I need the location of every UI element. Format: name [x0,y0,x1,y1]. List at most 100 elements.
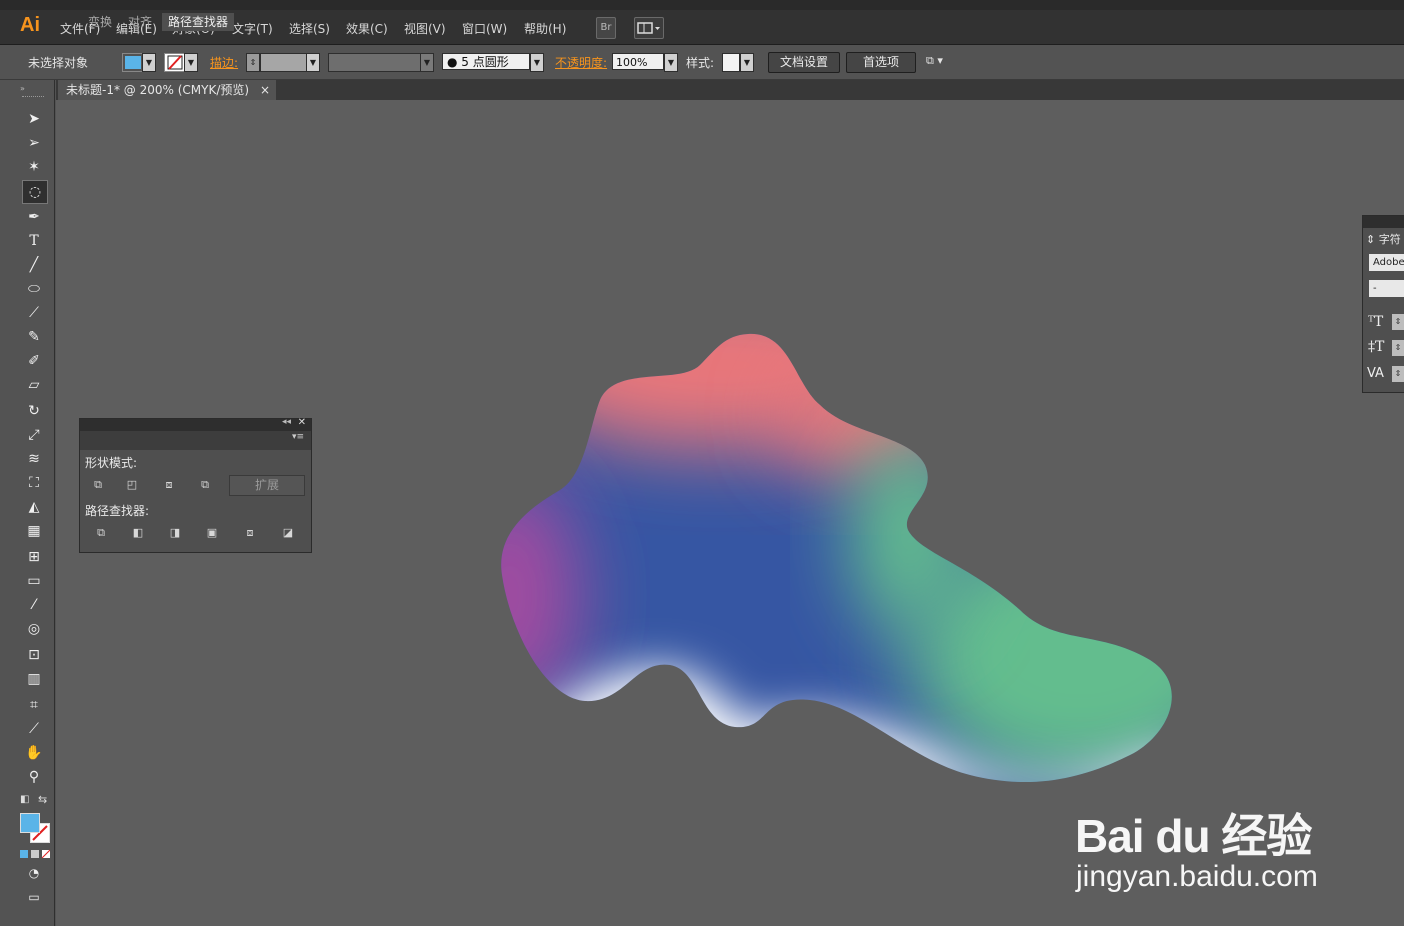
font-style-field[interactable]: - [1369,280,1404,297]
tab-transform[interactable]: 变换 [88,13,112,31]
tools-collapse-icon[interactable]: » [20,84,25,93]
color-mode-buttons[interactable] [20,848,51,859]
gradient-tool-icon[interactable]: ▭ [22,570,46,592]
stroke-swatch[interactable] [164,53,186,72]
selection-tool-icon[interactable]: ➤ [22,108,46,130]
stroke-weight-field[interactable] [260,53,308,72]
character-panel-header[interactable] [1363,216,1404,228]
stroke-weight-dropdown-icon[interactable]: ▼ [306,53,320,72]
opacity-label[interactable]: 不透明度: [555,54,607,71]
app-logo: Ai [20,14,40,36]
eraser-tool-icon[interactable]: ▱ [22,374,46,396]
preferences-button[interactable]: 首选项 [846,52,916,73]
screen-mode-icon[interactable]: ▭ [22,886,46,908]
document-close-icon[interactable]: × [260,80,270,100]
profile-dropdown-icon[interactable]: ▼ [420,53,434,72]
ellipse-tool-icon[interactable]: ⬭ [22,278,46,300]
leading-icon: ‡T [1368,339,1385,355]
baidu-watermark-url: jingyan.baidu.com [1076,860,1318,893]
menu-select[interactable]: 选择(S) [289,20,330,37]
exclude-icon[interactable]: ⧉ [196,477,214,493]
outline-icon[interactable]: ⧈ [241,525,259,541]
zoom-tool-icon[interactable]: ⚲ [22,766,46,788]
gradient-blob-artwork[interactable] [490,325,1180,790]
swap-colors-icon[interactable]: ⇆ [38,793,50,806]
eyedropper-tool-icon[interactable]: ⁄ [22,594,46,616]
expand-button[interactable]: 扩展 [229,475,305,496]
opacity-dropdown-icon[interactable]: ▼ [664,53,678,72]
panel-collapse-icon[interactable]: ◂◂ [282,417,291,427]
menu-effect[interactable]: 效果(C) [346,20,388,37]
character-panel-title[interactable]: ⇕ 字符 [1366,231,1401,247]
menu-help[interactable]: 帮助(H) [524,20,566,37]
font-size-stepper[interactable]: ⇕ [1392,314,1404,330]
shape-builder-tool-icon[interactable]: ◭ [22,496,46,518]
warp-tool-icon[interactable]: ≋ [22,448,46,470]
line-tool-icon[interactable]: ╱ [22,254,46,276]
magic-wand-tool-icon[interactable]: ✶ [22,156,46,178]
default-colors-icon[interactable]: ◧ [20,794,32,806]
blend-tool-icon[interactable]: ◎ [22,618,46,640]
column-graph-tool-icon[interactable]: ▥ [22,668,46,690]
blob-brush-tool-icon[interactable]: ✐ [22,350,46,372]
graphic-style-swatch[interactable] [722,53,740,72]
menu-view[interactable]: 视图(V) [404,20,446,37]
symbol-sprayer-tool-icon[interactable]: ⊡ [22,644,46,666]
divide-icon[interactable]: ⧉ [92,525,110,541]
slice-tool-icon[interactable]: ⟋ [22,718,46,740]
lasso-tool-icon[interactable]: ◌ [22,180,48,204]
tools-grip[interactable] [22,96,44,99]
intersect-icon[interactable]: ⧈ [160,477,178,493]
artboard-tool-icon[interactable]: ⌗ [22,694,46,716]
free-transform-tool-icon[interactable]: ⛶ [22,472,46,494]
tab-align[interactable]: 对齐 [128,13,152,31]
crop-icon[interactable]: ▣ [203,525,221,541]
pencil-tool-icon[interactable]: ✎ [22,326,46,348]
arrange-documents-icon[interactable]: ⧉ ▾ [926,54,958,70]
pen-tool-icon[interactable]: ✒ [22,206,46,228]
brush-definition[interactable]: ● 5 点圆形 [442,53,530,70]
stroke-label[interactable]: 描边: [210,54,238,71]
stroke-weight-stepper[interactable]: ⇕ [246,53,260,72]
hand-tool-icon[interactable]: ✋ [22,742,46,764]
unite-icon[interactable]: ⧉ [89,477,107,493]
font-family-field[interactable]: Adobe [1369,254,1404,271]
bridge-button[interactable]: Br [596,17,616,39]
minus-front-icon[interactable]: ◰ [123,477,141,493]
opacity-field[interactable]: 100% [612,53,664,70]
brush-dropdown-icon[interactable]: ▼ [530,53,544,72]
merge-icon[interactable]: ◨ [166,525,184,541]
direct-selection-tool-icon[interactable]: ➢ [22,132,46,154]
panel-menu-icon[interactable]: ▾≡ [292,432,304,442]
no-stroke-icon [167,55,183,70]
tab-pathfinder[interactable]: 路径查找器 [162,13,235,31]
perspective-grid-tool-icon[interactable]: ▦ [22,520,46,542]
minus-back-icon[interactable]: ◪ [279,525,297,541]
fill-swatch[interactable] [122,53,144,72]
mesh-tool-icon[interactable]: ⊞ [22,546,46,568]
variable-width-profile[interactable] [328,53,422,72]
type-tool-icon[interactable]: T [22,230,46,252]
panel-close-icon[interactable]: ✕ [298,417,306,428]
workspace-switcher-icon[interactable] [634,17,664,39]
rotate-tool-icon[interactable]: ↻ [22,400,46,422]
pathfinders-label: 路径查找器: [85,504,150,518]
fill-color-box[interactable] [20,813,40,833]
blob-green-edge [850,435,970,635]
style-dropdown-icon[interactable]: ▼ [740,53,754,72]
document-tab[interactable]: 未标题-1* @ 200% (CMYK/预览) × [58,80,276,100]
drawing-modes-icon[interactable]: ◔ [22,862,46,884]
fill-dropdown-icon[interactable]: ▼ [142,53,156,72]
tracking-stepper[interactable]: ⇕ [1392,366,1404,382]
paintbrush-tool-icon[interactable]: ⟋ [22,302,46,324]
scale-tool-icon[interactable]: ⤢ [22,424,46,446]
leading-stepper[interactable]: ⇕ [1392,340,1404,356]
shape-modes-label: 形状模式: [85,456,138,470]
menu-window[interactable]: 窗口(W) [462,20,507,37]
pathfinder-panel-header[interactable]: ◂◂ ✕ [80,417,311,431]
stroke-dropdown-icon[interactable]: ▼ [184,53,198,72]
title-strip [0,0,1404,10]
menu-type[interactable]: 文字(T) [232,20,273,37]
document-setup-button[interactable]: 文档设置 [768,52,840,73]
trim-icon[interactable]: ◧ [129,525,147,541]
